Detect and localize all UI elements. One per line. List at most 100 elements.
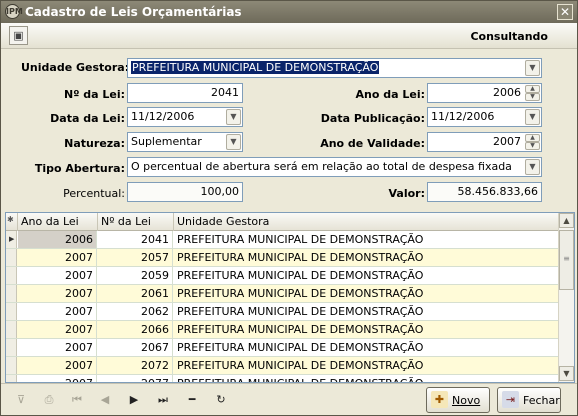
tipo-abertura-select[interactable]: O percentual de abertura será em relação… <box>127 157 542 177</box>
cell-ano[interactable]: 2006 <box>18 231 97 248</box>
natureza-select[interactable]: Suplementar ▼ <box>127 132 243 152</box>
bottom-bar: ⊽ ⎙ ⏮ ◀ ▶ ⏭ ━ ↻ ✚ Novo ⇥ Fechar <box>1 383 577 415</box>
cell-numero[interactable]: 2057 <box>98 249 173 266</box>
grid-corner-icon: ✱ <box>6 213 18 231</box>
table-row[interactable]: 2007 2077 PREFEITURA MUNICIPAL DE DEMONS… <box>6 375 559 382</box>
current-row-indicator-icon: ▶ <box>6 231 17 248</box>
cell-numero[interactable]: 2061 <box>98 285 173 302</box>
column-header-numero[interactable]: Nº da Lei <box>98 213 174 231</box>
cell-unidade[interactable]: PREFEITURA MUNICIPAL DE DEMONSTRAÇÃO <box>174 375 559 382</box>
chevron-down-icon[interactable]: ▼ <box>525 159 540 175</box>
cell-numero[interactable]: 2066 <box>98 321 173 338</box>
cell-numero[interactable]: 2059 <box>98 267 173 284</box>
fechar-button[interactable]: ⇥ Fechar <box>497 387 561 413</box>
row-indicator <box>6 249 17 266</box>
numero-lei-field[interactable]: 2041 <box>127 83 243 103</box>
previous-record-icon[interactable]: ◀ <box>97 392 113 408</box>
table-row[interactable]: 2007 2066 PREFEITURA MUNICIPAL DE DEMONS… <box>6 321 559 339</box>
cell-ano[interactable]: 2007 <box>18 357 97 374</box>
cell-ano[interactable]: 2007 <box>18 267 97 284</box>
scroll-down-icon[interactable]: ▼ <box>559 366 574 381</box>
cell-numero[interactable]: 2077 <box>98 375 173 382</box>
unidade-gestora-select[interactable]: PREFEITURA MUNICIPAL DE DEMONSTRAÇÃO ▼ <box>127 58 542 78</box>
print-icon[interactable]: ⎙ <box>41 392 57 408</box>
cell-unidade[interactable]: PREFEITURA MUNICIPAL DE DEMONSTRAÇÃO <box>174 231 559 248</box>
first-record-icon[interactable]: ⏮ <box>69 392 85 408</box>
refresh-icon[interactable]: ↻ <box>213 392 229 408</box>
close-button[interactable]: ✕ <box>557 4 573 20</box>
title-bar: IPM Cadastro de Leis Orçamentárias ✕ <box>1 1 577 23</box>
window: IPM Cadastro de Leis Orçamentárias ✕ ▣ C… <box>0 0 578 416</box>
grid-header: ✱ Ano da Lei Nº da Lei Unidade Gestora <box>6 213 559 231</box>
next-record-icon[interactable]: ▶ <box>126 392 142 408</box>
filter-icon[interactable]: ⊽ <box>13 392 29 408</box>
row-indicator <box>6 375 17 382</box>
tipo-abertura-value: O percentual de abertura será em relação… <box>131 160 512 173</box>
table-row[interactable]: 2007 2057 PREFEITURA MUNICIPAL DE DEMONS… <box>6 249 559 267</box>
leis-grid[interactable]: ✱ Ano da Lei Nº da Lei Unidade Gestora ▶… <box>5 212 575 383</box>
row-indicator <box>6 303 17 320</box>
cell-unidade[interactable]: PREFEITURA MUNICIPAL DE DEMONSTRAÇÃO <box>174 357 559 374</box>
row-indicator <box>6 321 17 338</box>
spin-down-icon[interactable]: ▼ <box>525 142 540 150</box>
data-publicacao-field[interactable]: 11/12/2006 ▼ <box>427 107 542 127</box>
row-indicator <box>6 267 17 284</box>
spin-up-icon[interactable]: ▲ <box>525 85 540 93</box>
calendar-dropdown-icon[interactable]: ▼ <box>226 109 241 125</box>
cell-unidade[interactable]: PREFEITURA MUNICIPAL DE DEMONSTRAÇÃO <box>174 321 559 338</box>
table-row[interactable]: 2007 2059 PREFEITURA MUNICIPAL DE DEMONS… <box>6 267 559 285</box>
percentual-label: Percentual: <box>63 187 125 200</box>
column-header-ano[interactable]: Ano da Lei <box>18 213 98 231</box>
table-row[interactable]: 2007 2072 PREFEITURA MUNICIPAL DE DEMONS… <box>6 357 559 375</box>
row-indicator <box>6 339 17 356</box>
spin-up-icon[interactable]: ▲ <box>525 134 540 142</box>
table-row[interactable]: 2007 2067 PREFEITURA MUNICIPAL DE DEMONS… <box>6 339 559 357</box>
cell-numero[interactable]: 2041 <box>98 231 173 248</box>
cell-numero[interactable]: 2062 <box>98 303 173 320</box>
delete-record-icon[interactable]: ━ <box>184 392 200 408</box>
row-indicator <box>6 357 17 374</box>
table-row[interactable]: ▶ 2006 2041 PREFEITURA MUNICIPAL DE DEMO… <box>6 231 559 249</box>
calendar-dropdown-icon[interactable]: ▼ <box>525 109 540 125</box>
ano-validade-field[interactable]: 2007 ▲ ▼ <box>427 132 542 152</box>
toolbar-image-icon[interactable]: ▣ <box>9 26 28 45</box>
cell-unidade[interactable]: PREFEITURA MUNICIPAL DE DEMONSTRAÇÃO <box>174 303 559 320</box>
cell-unidade[interactable]: PREFEITURA MUNICIPAL DE DEMONSTRAÇÃO <box>174 339 559 356</box>
cell-ano[interactable]: 2007 <box>18 249 97 266</box>
fechar-button-label: Fechar <box>523 394 560 407</box>
table-row[interactable]: 2007 2062 PREFEITURA MUNICIPAL DE DEMONS… <box>6 303 559 321</box>
table-row[interactable]: 2007 2061 PREFEITURA MUNICIPAL DE DEMONS… <box>6 285 559 303</box>
last-record-icon[interactable]: ⏭ <box>155 392 171 408</box>
mode-status: Consultando <box>470 30 548 43</box>
scroll-thumb[interactable]: ≡ <box>559 230 574 290</box>
cell-numero[interactable]: 2067 <box>98 339 173 356</box>
row-indicator <box>6 285 17 302</box>
column-header-unidade[interactable]: Unidade Gestora <box>174 213 559 231</box>
chevron-down-icon[interactable]: ▼ <box>226 134 241 150</box>
cell-ano[interactable]: 2007 <box>18 375 97 382</box>
cell-ano[interactable]: 2007 <box>18 321 97 338</box>
cell-ano[interactable]: 2007 <box>18 285 97 302</box>
ano-lei-field[interactable]: 2006 ▲ ▼ <box>427 83 542 103</box>
vertical-scrollbar[interactable]: ▲ ≡ ▼ <box>558 213 574 382</box>
data-publicacao-value: 11/12/2006 <box>431 110 495 123</box>
cell-unidade[interactable]: PREFEITURA MUNICIPAL DE DEMONSTRAÇÃO <box>174 249 559 266</box>
cell-unidade[interactable]: PREFEITURA MUNICIPAL DE DEMONSTRAÇÃO <box>174 285 559 302</box>
spin-down-icon[interactable]: ▼ <box>525 93 540 101</box>
scroll-up-icon[interactable]: ▲ <box>559 213 574 228</box>
cell-ano[interactable]: 2007 <box>18 339 97 356</box>
cell-ano[interactable]: 2007 <box>18 303 97 320</box>
ano-validade-label: Ano de Validade: <box>320 137 425 150</box>
novo-button[interactable]: ✚ Novo <box>426 387 490 413</box>
data-lei-value: 11/12/2006 <box>131 110 195 123</box>
data-lei-field[interactable]: 11/12/2006 ▼ <box>127 107 243 127</box>
unidade-gestora-label: Unidade Gestora: <box>21 61 130 74</box>
valor-field: 58.456.833,66 <box>427 182 542 202</box>
chevron-down-icon[interactable]: ▼ <box>525 60 540 76</box>
cell-numero[interactable]: 2072 <box>98 357 173 374</box>
natureza-value: Suplementar <box>131 135 202 148</box>
app-logo-icon: IPM <box>5 4 23 19</box>
data-lei-label: Data da Lei: <box>50 112 125 125</box>
tipo-abertura-label: Tipo Abertura: <box>34 162 125 175</box>
cell-unidade[interactable]: PREFEITURA MUNICIPAL DE DEMONSTRAÇÃO <box>174 267 559 284</box>
